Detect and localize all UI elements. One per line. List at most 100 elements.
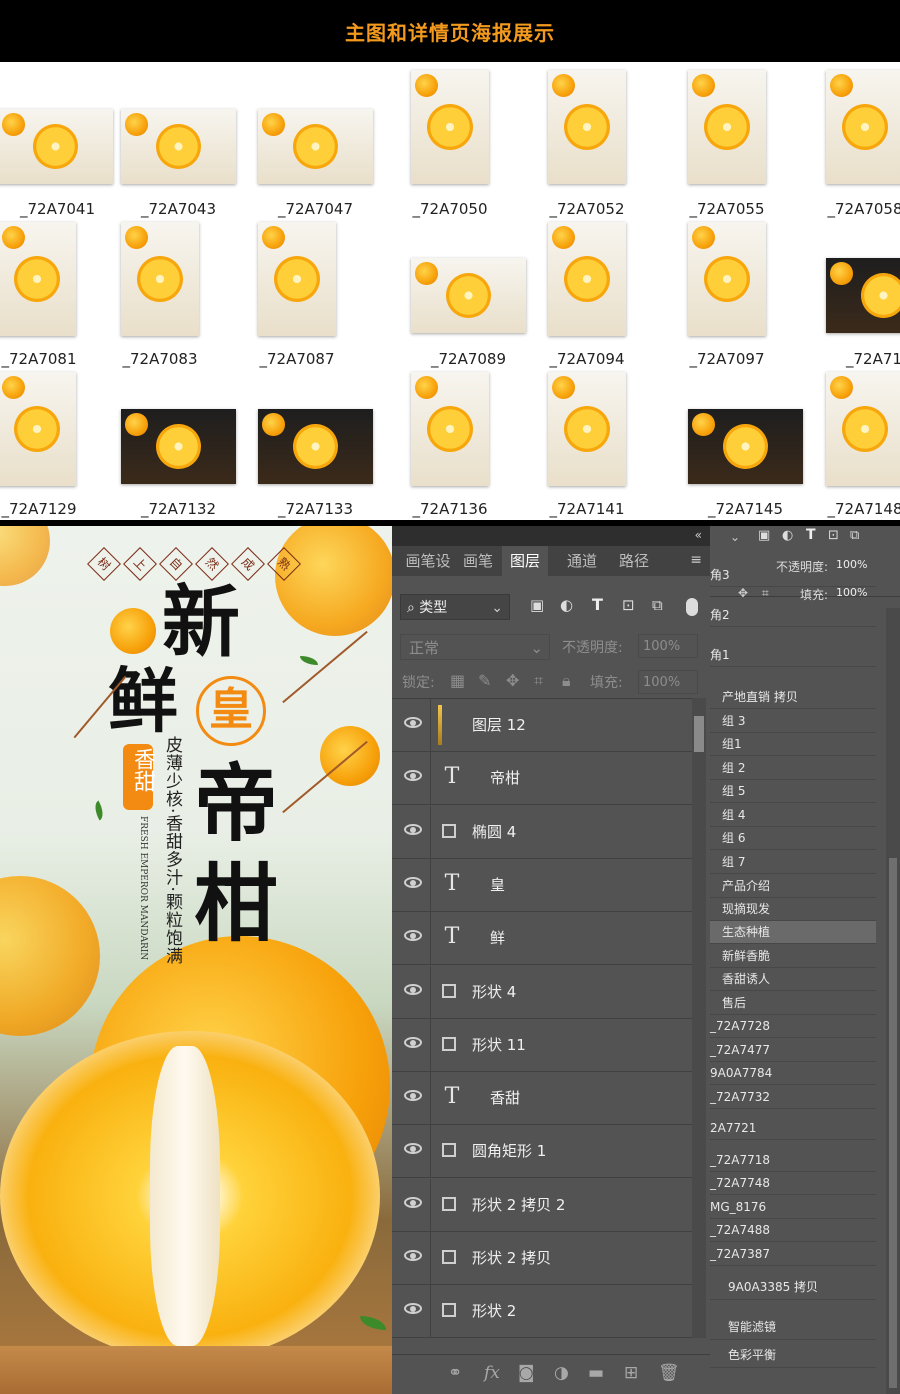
lock-paint-icon[interactable]: ✎: [478, 671, 491, 690]
trash-icon[interactable]: 🗑︎: [658, 1363, 680, 1383]
visibility-eye-icon[interactable]: [404, 1090, 422, 1102]
visibility-eye-icon[interactable]: [404, 823, 422, 835]
group-item[interactable]: 现摘现发: [710, 898, 876, 921]
gallery-thumbnail[interactable]: _72A7148: [826, 62, 900, 518]
group-item[interactable]: 组1: [710, 733, 876, 756]
group-item[interactable]: 组 2: [710, 757, 876, 780]
thumbnail-image[interactable]: [688, 409, 803, 484]
fill-input[interactable]: 100%: [638, 670, 698, 694]
group-item[interactable]: 新鲜香脆: [710, 945, 876, 968]
filter-select[interactable]: ⌕ 类型 ⌄: [400, 594, 510, 620]
smart-filter-icon[interactable]: ⧉: [652, 596, 663, 614]
opacity-input[interactable]: 100%: [638, 634, 698, 658]
group-item[interactable]: 售后: [710, 992, 876, 1015]
group-item[interactable]: 生态种植: [710, 921, 876, 944]
gallery-thumbnail[interactable]: _72A7141: [548, 62, 668, 518]
folder-icon[interactable]: ▬: [588, 1363, 604, 1383]
layer-row[interactable]: 形状 11: [392, 1018, 692, 1072]
mask-icon[interactable]: ◙: [518, 1363, 535, 1383]
group-item[interactable]: 2A7721: [710, 1117, 876, 1140]
group-item[interactable]: 组 5: [710, 780, 876, 803]
visibility-eye-icon[interactable]: [404, 983, 422, 995]
gallery-thumbnail[interactable]: _72A7145: [688, 62, 808, 518]
group-item[interactable]: MG_8176: [710, 1196, 876, 1219]
image-filter-icon[interactable]: ▣: [530, 596, 544, 614]
group-item[interactable]: 角3: [710, 564, 876, 587]
visibility-eye-icon[interactable]: [404, 930, 422, 942]
lock-pixels-icon[interactable]: ▦: [450, 671, 465, 690]
tab-3[interactable]: 通道: [562, 546, 602, 576]
layer-scrollbar[interactable]: [692, 698, 706, 1338]
group-item[interactable]: 产品介绍: [710, 875, 876, 898]
group-item[interactable]: _72A7387: [710, 1243, 876, 1266]
group-item[interactable]: 角2: [710, 604, 876, 627]
thumbnail-image[interactable]: [548, 372, 626, 486]
layer-row[interactable]: 椭圆 4: [392, 805, 692, 859]
group-item[interactable]: 组 3: [710, 710, 876, 733]
adjust-filter-icon[interactable]: ◐: [782, 528, 793, 543]
visibility-eye-icon[interactable]: [404, 717, 422, 728]
text-filter-icon[interactable]: T: [592, 595, 603, 614]
thumbnail-image[interactable]: [121, 409, 236, 484]
adjustment-icon[interactable]: ◑: [554, 1363, 569, 1383]
lock-move-icon[interactable]: ✥: [506, 671, 519, 690]
group-item[interactable]: 产地直销 拷贝: [710, 686, 876, 709]
group-item[interactable]: 9A0A3385 拷贝: [710, 1274, 876, 1300]
rpanel-scrollbar[interactable]: [886, 608, 900, 1394]
thumbnail-image[interactable]: [411, 372, 489, 486]
layer-row[interactable]: 形状 2: [392, 1285, 692, 1339]
gallery-thumbnail[interactable]: _72A7132: [121, 62, 241, 518]
fx-icon[interactable]: fx: [484, 1363, 500, 1383]
panel-menu-icon[interactable]: ≡: [690, 552, 702, 568]
visibility-eye-icon[interactable]: [404, 876, 422, 888]
collapse-icon[interactable]: «: [695, 528, 702, 542]
tab-1[interactable]: 画笔: [458, 546, 498, 576]
layer-row[interactable]: T 帝柑: [392, 752, 692, 806]
smart-filter-icon[interactable]: ⧉: [850, 528, 859, 543]
group-item[interactable]: _72A7718: [710, 1149, 876, 1172]
scroll-thumb[interactable]: [889, 858, 897, 1388]
blend-mode-select[interactable]: 正常 ⌄: [400, 634, 550, 660]
lock-artboard-icon[interactable]: ⌗: [534, 671, 543, 691]
link-icon[interactable]: ⚭: [448, 1363, 462, 1383]
tab-4[interactable]: 路径: [614, 546, 654, 576]
group-item[interactable]: 智能滤镜: [710, 1314, 876, 1340]
thumbnail-image[interactable]: [826, 372, 900, 486]
layer-row[interactable]: 圆角矩形 1: [392, 1125, 692, 1179]
layer-row[interactable]: T皇: [392, 858, 692, 912]
group-item[interactable]: _72A7488: [710, 1219, 876, 1242]
tab-2[interactable]: 图层: [502, 546, 548, 576]
visibility-eye-icon[interactable]: [404, 1303, 422, 1315]
group-item[interactable]: _72A7748: [710, 1172, 876, 1195]
gallery-thumbnail[interactable]: _72A7133: [258, 62, 378, 518]
fill-value[interactable]: 100%: [836, 586, 867, 599]
shape-filter-icon[interactable]: ⊡: [828, 528, 839, 543]
group-item[interactable]: _72A7728: [710, 1015, 876, 1038]
lock-all-icon[interactable]: 🔒︎: [562, 671, 571, 691]
group-item[interactable]: 色彩平衡: [710, 1342, 876, 1368]
group-item[interactable]: 组 7: [710, 851, 876, 874]
filter-toggle[interactable]: [686, 598, 698, 616]
thumbnail-image[interactable]: [0, 372, 76, 486]
group-item[interactable]: _72A7732: [710, 1086, 876, 1109]
layer-row[interactable]: 图层 12: [392, 699, 692, 752]
group-item[interactable]: 9A0A7784: [710, 1062, 876, 1085]
new-layer-icon[interactable]: ⊞: [624, 1363, 638, 1383]
tab-0[interactable]: 画笔设: [402, 546, 454, 576]
lock-move-icon[interactable]: ✥: [738, 586, 748, 600]
scroll-thumb[interactable]: [694, 716, 704, 752]
layer-row[interactable]: 形状 2 拷贝: [392, 1232, 692, 1285]
visibility-eye-icon[interactable]: [404, 1250, 422, 1261]
layer-row[interactable]: 形状 4: [392, 965, 692, 1019]
text-filter-icon[interactable]: T: [806, 527, 816, 543]
adjust-filter-icon[interactable]: ◐: [560, 596, 573, 614]
visibility-eye-icon[interactable]: [404, 1143, 422, 1155]
layer-row[interactable]: 形状 2 拷贝 2: [392, 1178, 692, 1232]
gallery-thumbnail[interactable]: _72A7136: [411, 62, 531, 518]
layer-row[interactable]: T 香甜: [392, 1072, 692, 1126]
visibility-eye-icon[interactable]: [404, 1036, 422, 1048]
thumbnail-image[interactable]: [258, 409, 373, 484]
shape-filter-icon[interactable]: ⊡: [622, 596, 635, 614]
image-filter-icon[interactable]: ▣: [758, 528, 770, 543]
group-item[interactable]: _72A7477: [710, 1039, 876, 1062]
